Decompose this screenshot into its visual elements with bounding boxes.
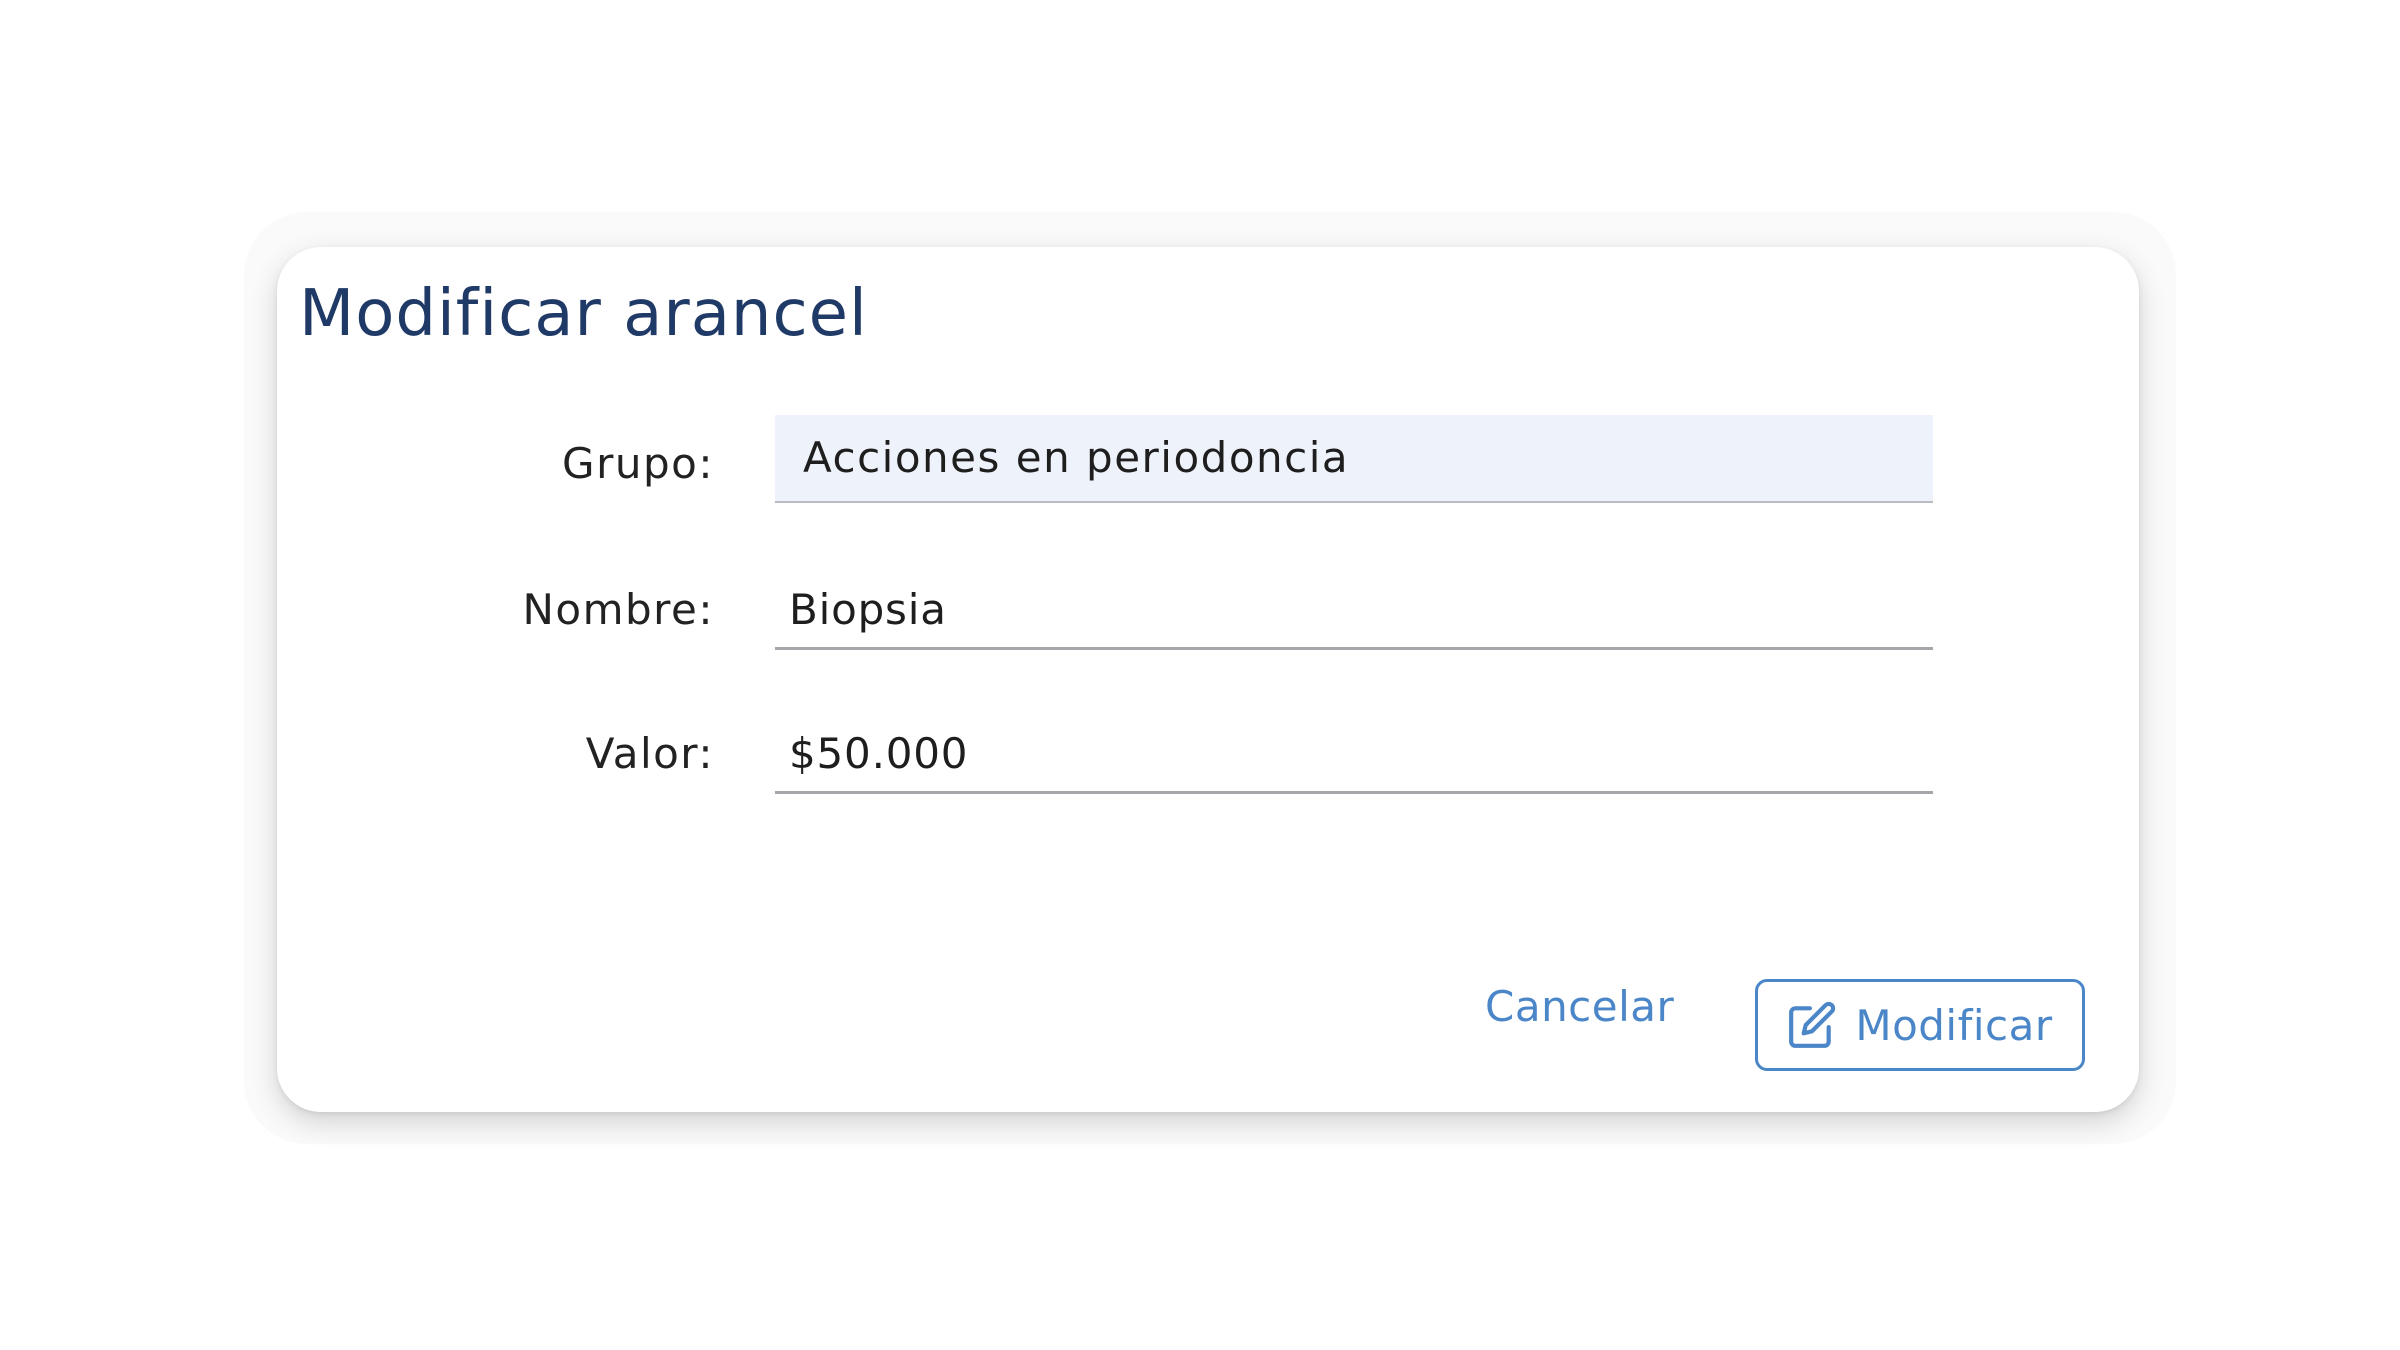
grupo-field[interactable]: Acciones en periodoncia bbox=[775, 415, 1933, 503]
dialog-title: Modificar arancel bbox=[299, 277, 868, 351]
valor-label: Valor: bbox=[585, 729, 714, 778]
nombre-input[interactable]: Biopsia bbox=[775, 570, 1933, 650]
cancel-button[interactable]: Cancelar bbox=[1485, 974, 1674, 1040]
valor-input[interactable]: $50.000 bbox=[775, 714, 1933, 794]
modify-button-label: Modificar bbox=[1855, 1000, 2053, 1050]
grupo-label: Grupo: bbox=[562, 439, 714, 488]
modify-button[interactable]: Modificar bbox=[1755, 979, 2085, 1071]
modify-fee-dialog: Modificar arancel Grupo: Acciones en per… bbox=[277, 247, 2139, 1112]
edit-icon bbox=[1787, 1000, 1837, 1050]
page-stage: Modificar arancel Grupo: Acciones en per… bbox=[0, 0, 2400, 1350]
nombre-label: Nombre: bbox=[522, 585, 714, 634]
